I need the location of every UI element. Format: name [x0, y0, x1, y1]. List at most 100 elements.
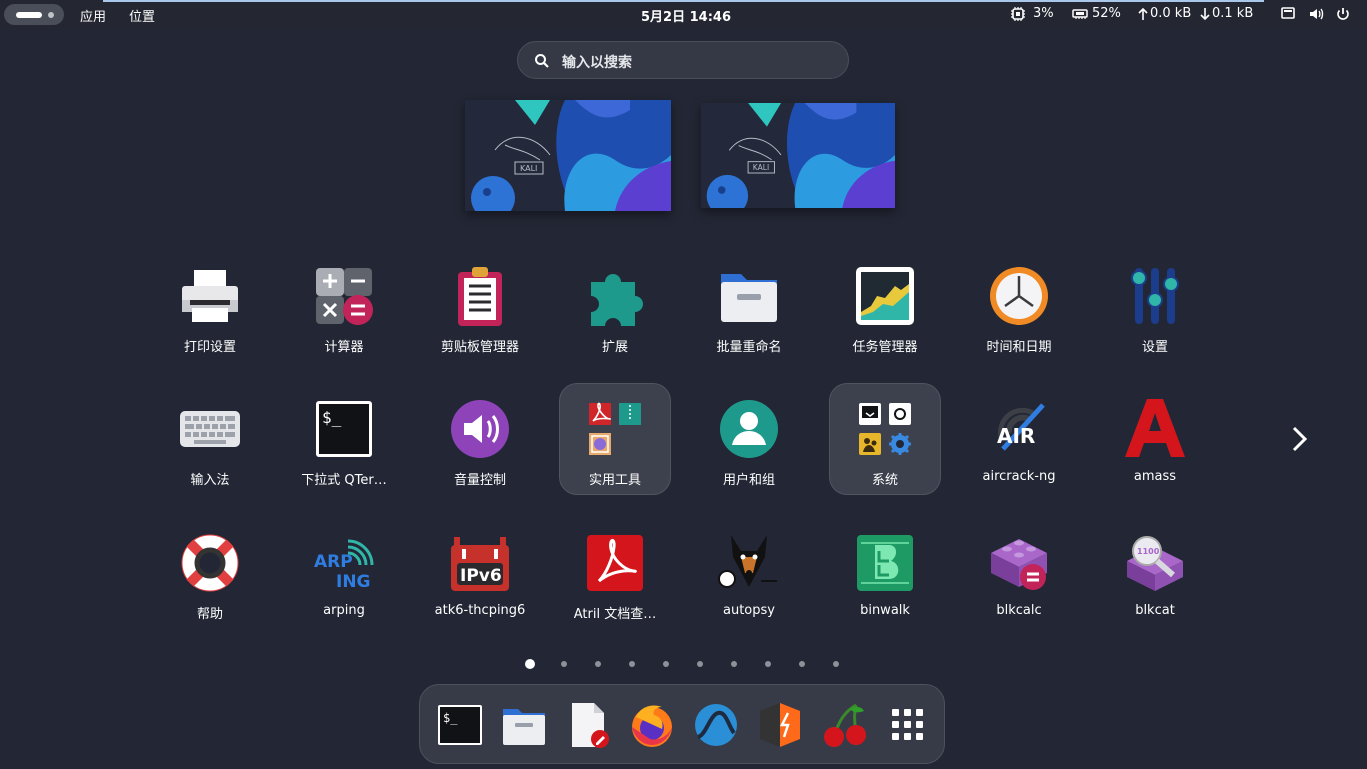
autopsy-dog-icon	[718, 535, 777, 588]
app-label: 实用工具	[588, 473, 641, 488]
app-label: blkcalc	[996, 603, 1042, 618]
system-folder-icon	[859, 403, 911, 455]
utilities-folder-icon	[589, 402, 641, 455]
memory-usage: 52%	[1092, 6, 1121, 21]
app-extensions[interactable]: 扩展	[557, 248, 673, 360]
amass-icon	[1125, 399, 1185, 457]
app-label: arping	[323, 603, 365, 618]
active-workspace-indicator	[16, 12, 42, 18]
app-blkcalc[interactable]: blkcalc	[961, 515, 1077, 627]
clock[interactable]: 5月2日 14:46	[641, 6, 731, 25]
ing-text: ING	[336, 572, 371, 592]
ipv6-text: IPv6	[460, 566, 502, 586]
app-time-date[interactable]: 时间和日期	[961, 248, 1077, 360]
dock-show-apps-grid-icon[interactable]	[884, 701, 932, 749]
app-label: 下拉式 QTer…	[301, 473, 387, 488]
lifebuoy-icon	[181, 534, 239, 592]
system-monitor-icon	[856, 267, 914, 325]
page-dot-4[interactable]	[629, 661, 635, 667]
cpu-usage: 3%	[1033, 6, 1054, 21]
dock-terminal-icon[interactable]: $_	[436, 701, 484, 749]
net-upload: 0.0 kB	[1150, 6, 1192, 21]
page-dot-8[interactable]	[765, 661, 771, 667]
app-arping[interactable]: ARP ING arping	[286, 515, 402, 627]
memory-icon	[1072, 9, 1088, 19]
top-accent-line	[103, 0, 1264, 2]
page-dot-3[interactable]	[595, 661, 601, 667]
page-dot-6[interactable]	[697, 661, 703, 667]
app-label: 输入法	[190, 473, 230, 488]
net-download: 0.1 kB	[1212, 6, 1254, 21]
folder-utilities[interactable]: 实用工具	[557, 381, 673, 493]
app-label: 帮助	[196, 607, 223, 622]
app-label: 系统	[871, 473, 898, 488]
printer-icon	[182, 270, 238, 322]
user-icon	[720, 400, 778, 458]
dock-cherrytree-icon[interactable]	[820, 701, 868, 749]
aircrack-icon: AIR	[997, 403, 1045, 451]
page-dot-2[interactable]	[561, 661, 567, 667]
app-atril[interactable]: Atril 文档查…	[557, 515, 673, 627]
kali-logo-text: KALI	[753, 163, 769, 172]
dock-burpsuite-icon[interactable]	[756, 701, 804, 749]
app-blkcat[interactable]: 1100 blkcat	[1097, 515, 1213, 627]
app-input-method[interactable]: 输入法	[152, 381, 268, 493]
search-bar[interactable]: 输入以搜索	[517, 41, 849, 79]
next-page-arrow-icon[interactable]	[1287, 425, 1311, 453]
app-print-settings[interactable]: 打印设置	[152, 248, 268, 360]
app-label: 剪贴板管理器	[440, 340, 519, 355]
power-icon[interactable]	[1335, 6, 1351, 22]
app-label: 打印设置	[183, 340, 236, 355]
apps-menu[interactable]: 应用	[80, 6, 106, 25]
workspace-thumbnail-1[interactable]: KALI	[465, 100, 671, 211]
app-label: 任务管理器	[852, 340, 918, 355]
speaker-icon	[451, 400, 509, 458]
app-autopsy[interactable]: autopsy	[691, 515, 807, 627]
arping-icon: ARP ING	[314, 539, 374, 592]
svg-text:$_: $_	[443, 711, 458, 725]
app-settings[interactable]: 设置	[1097, 248, 1213, 360]
folder-system[interactable]: 系统	[827, 381, 943, 493]
app-bulk-rename[interactable]: 批量重命名	[691, 248, 807, 360]
air-text: AIR	[997, 424, 1035, 448]
dock-wireshark-icon[interactable]	[692, 701, 740, 749]
keyboard-icon	[180, 411, 240, 447]
app-task-manager[interactable]: 任务管理器	[827, 248, 943, 360]
page-dot-1[interactable]	[525, 659, 535, 669]
dock-text-editor-icon[interactable]	[564, 701, 612, 749]
app-label: 时间和日期	[986, 340, 1052, 355]
app-label: Atril 文档查…	[573, 607, 657, 622]
dock-files-icon[interactable]	[500, 701, 548, 749]
clipboard-icon	[458, 267, 502, 326]
app-binwalk[interactable]: binwalk	[827, 515, 943, 627]
app-clipboard-manager[interactable]: 剪贴板管理器	[422, 248, 538, 360]
svg-text:$_: $_	[322, 408, 342, 427]
activities-button[interactable]	[4, 4, 64, 25]
workspace-thumbnail-2[interactable]: KALI	[701, 103, 895, 208]
app-atk6-thcping6[interactable]: IPv6 atk6-thcping6	[422, 515, 538, 627]
app-label: atk6-thcping6	[434, 603, 526, 618]
app-label: 批量重命名	[716, 340, 782, 355]
places-menu[interactable]: 位置	[129, 6, 155, 25]
page-dot-10[interactable]	[833, 661, 839, 667]
app-users-groups[interactable]: 用户和组	[691, 381, 807, 493]
app-amass[interactable]: amass	[1097, 381, 1213, 493]
app-dropdown-qterminal[interactable]: $_ 下拉式 QTer…	[286, 381, 402, 493]
app-calculator[interactable]: 计算器	[286, 248, 402, 360]
blkcat-icon: 1100	[1127, 536, 1183, 591]
page-dot-5[interactable]	[663, 661, 669, 667]
workspace-dot	[48, 12, 54, 18]
ipv6-toolbox-icon: IPv6	[451, 537, 509, 591]
display-icon[interactable]	[1280, 6, 1296, 22]
app-label: amass	[1133, 469, 1177, 484]
cpu-icon	[1011, 7, 1025, 21]
volume-icon[interactable]	[1308, 6, 1324, 22]
page-dot-9[interactable]	[799, 661, 805, 667]
app-help[interactable]: 帮助	[152, 515, 268, 627]
page-dot-7[interactable]	[731, 661, 737, 667]
app-aircrack-ng[interactable]: AIR aircrack-ng	[961, 381, 1077, 493]
app-volume-control[interactable]: 音量控制	[422, 381, 538, 493]
dock-firefox-icon[interactable]	[628, 701, 676, 749]
download-arrow-icon	[1200, 8, 1210, 21]
app-label: blkcat	[1135, 603, 1175, 618]
